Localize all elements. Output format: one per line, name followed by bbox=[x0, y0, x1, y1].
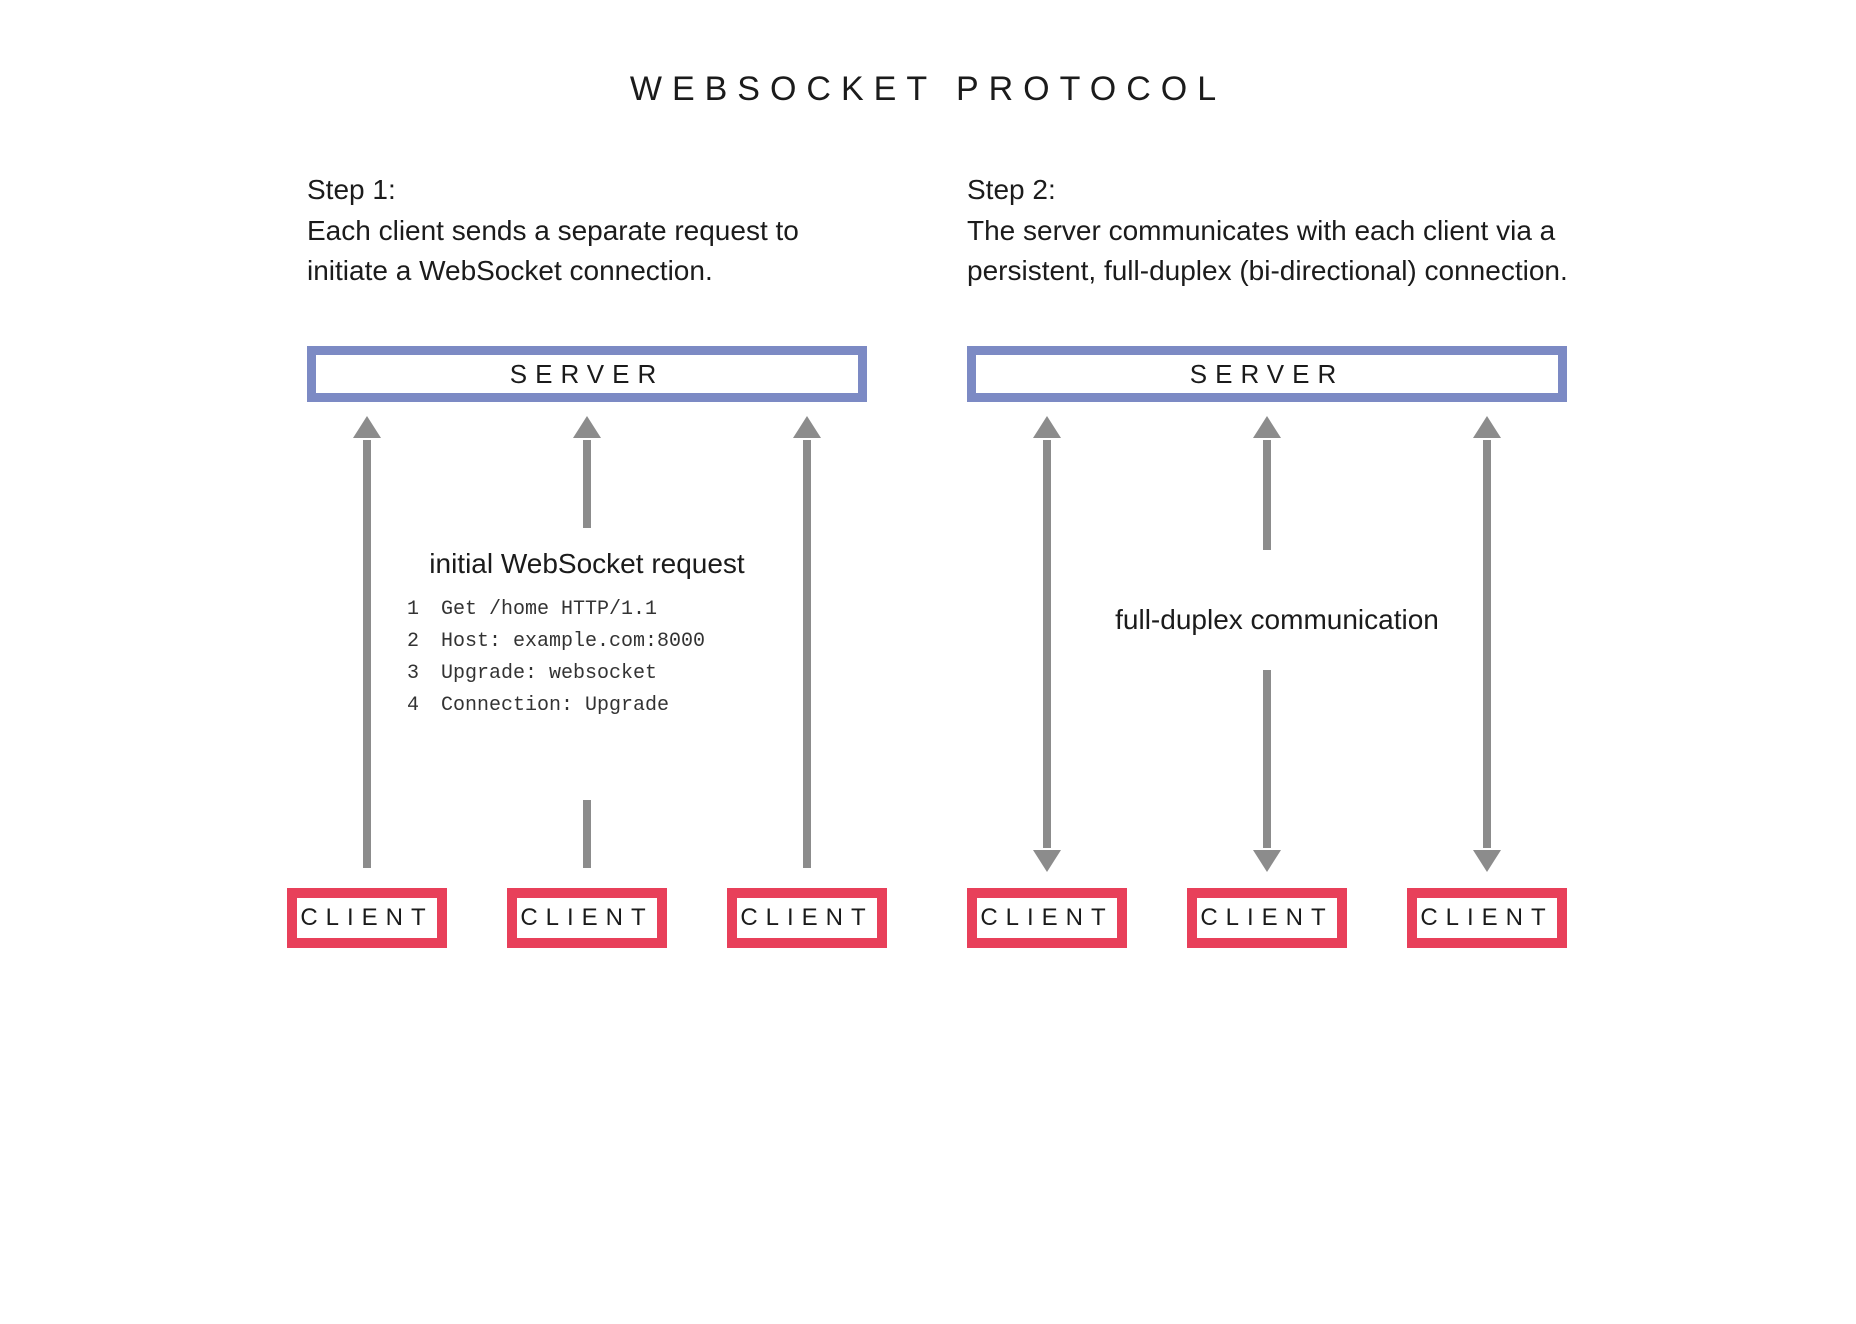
step1-label: Step 1: Each client sends a separate req… bbox=[307, 170, 867, 292]
step1-arrow-2-top bbox=[583, 440, 591, 528]
step1-client-1: CLIENT bbox=[287, 888, 447, 948]
code-line-1: 1Get /home HTTP/1.1 bbox=[407, 594, 767, 626]
step1-request-block: initial WebSocket request 1Get /home HTT… bbox=[407, 540, 767, 742]
step2-arrow-3 bbox=[1483, 440, 1491, 848]
step1-arrow-3 bbox=[803, 440, 811, 868]
page-title: WEBSOCKET PROTOCOL bbox=[227, 70, 1629, 109]
step2-client-3: CLIENT bbox=[1407, 888, 1567, 948]
code-line-2: 2Host: example.com:8000 bbox=[407, 626, 767, 658]
code-line-4: 4Connection: Upgrade bbox=[407, 690, 767, 722]
step2-client-1: CLIENT bbox=[967, 888, 1127, 948]
step2-client-2: CLIENT bbox=[1187, 888, 1347, 948]
step1-heading: Step 1: bbox=[307, 170, 867, 211]
step2-body: The server communicates with each client… bbox=[967, 215, 1568, 287]
step1-request-caption: initial WebSocket request bbox=[407, 548, 767, 580]
step1-body: Each client sends a separate request to … bbox=[307, 215, 799, 287]
step2-arrow-2-top bbox=[1263, 440, 1271, 550]
step1-server-box: SERVER bbox=[307, 346, 867, 402]
step2-server-label: SERVER bbox=[1190, 359, 1344, 390]
step2-arrow-2-bottom bbox=[1263, 670, 1271, 848]
step1-arrow-2-bottom bbox=[583, 800, 591, 868]
step2-mid-caption: full-duplex communication bbox=[1075, 588, 1479, 652]
step2-heading: Step 2: bbox=[967, 170, 1577, 211]
step1-arrow-1 bbox=[363, 440, 371, 868]
step2-server-box: SERVER bbox=[967, 346, 1567, 402]
step1-server-label: SERVER bbox=[510, 359, 664, 390]
step2-label: Step 2: The server communicates with eac… bbox=[967, 170, 1577, 292]
code-line-3: 3Upgrade: websocket bbox=[407, 658, 767, 690]
step1-client-3: CLIENT bbox=[727, 888, 887, 948]
step1-client-2: CLIENT bbox=[507, 888, 667, 948]
step2-arrow-1 bbox=[1043, 440, 1051, 848]
diagram-canvas: WEBSOCKET PROTOCOL Step 1: Each client s… bbox=[227, 30, 1629, 1014]
